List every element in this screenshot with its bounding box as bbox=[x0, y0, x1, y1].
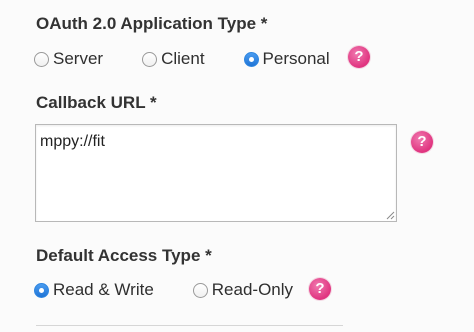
default-access-type-label: Default Access Type * bbox=[36, 246, 212, 265]
radio-personal-circle[interactable] bbox=[243, 51, 259, 67]
default-access-type-group: Read & Write Read-Only bbox=[34, 279, 293, 301]
radio-read-write-circle[interactable] bbox=[34, 282, 49, 298]
oauth-type-help-icon[interactable]: ? bbox=[348, 46, 370, 68]
radio-read-only-label[interactable]: Read-Only bbox=[212, 280, 293, 300]
callback-url-help-icon[interactable]: ? bbox=[411, 131, 433, 153]
radio-client-circle[interactable] bbox=[142, 51, 158, 67]
radio-server[interactable]: Server bbox=[34, 49, 103, 69]
radio-read-only[interactable]: Read-Only bbox=[192, 280, 293, 300]
oauth-application-type-label: OAuth 2.0 Application Type * bbox=[36, 14, 268, 33]
callback-url-input[interactable]: mppy://fit bbox=[35, 124, 397, 222]
oauth-application-type-group: Server Client Personal bbox=[34, 48, 330, 70]
radio-client-label[interactable]: Client bbox=[161, 49, 204, 69]
section-divider bbox=[36, 325, 343, 326]
radio-personal-label[interactable]: Personal bbox=[263, 49, 330, 69]
resize-grip-icon[interactable] bbox=[386, 211, 395, 220]
radio-server-label[interactable]: Server bbox=[53, 49, 103, 69]
radio-server-circle[interactable] bbox=[34, 51, 49, 67]
radio-read-write-label[interactable]: Read & Write bbox=[53, 280, 154, 300]
callback-url-label: Callback URL * bbox=[36, 93, 157, 112]
radio-read-write[interactable]: Read & Write bbox=[34, 280, 154, 300]
radio-personal[interactable]: Personal bbox=[243, 49, 330, 69]
radio-client[interactable]: Client bbox=[142, 49, 205, 69]
access-type-help-icon[interactable]: ? bbox=[309, 278, 331, 300]
radio-read-only-circle[interactable] bbox=[192, 282, 208, 298]
